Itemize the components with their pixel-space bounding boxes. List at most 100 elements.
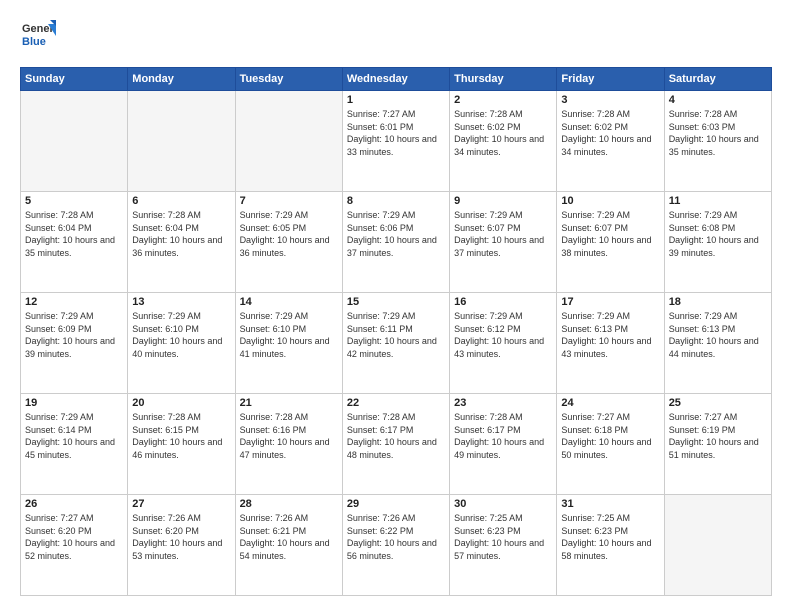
day-info: Sunrise: 7:28 AMSunset: 6:02 PMDaylight:…	[561, 108, 659, 158]
day-info: Sunrise: 7:29 AMSunset: 6:10 PMDaylight:…	[240, 310, 338, 360]
calendar-cell: 30 Sunrise: 7:25 AMSunset: 6:23 PMDayligh…	[450, 495, 557, 596]
calendar-cell: 11Sunrise: 7:29 AMSunset: 6:08 PMDayligh…	[664, 192, 771, 293]
day-number: 28	[240, 498, 338, 510]
day-info: Sunrise: 7:28 AMSunset: 6:17 PMDaylight:…	[347, 411, 445, 461]
day-info: Sunrise: 7:28 AMSunset: 6:03 PMDaylight:…	[669, 108, 767, 158]
day-info: Sunrise: 7:29 AMSunset: 6:12 PMDaylight:…	[454, 310, 552, 360]
day-number: 21	[240, 397, 338, 409]
calendar-cell: 15 Sunrise: 7:29 AMSunset: 6:11 PMDayligh…	[342, 293, 449, 394]
day-info: Sunrise: 7:28 AMSunset: 6:04 PMDaylight:…	[25, 209, 123, 259]
day-number: 31	[561, 498, 659, 510]
day-info: Sunrise: 7:29 AMSunset: 6:11 PMDaylight:…	[347, 310, 445, 360]
day-number: 29	[347, 498, 445, 510]
day-number: 18	[669, 296, 767, 308]
day-number: 10	[561, 195, 659, 207]
calendar-cell: 21 Sunrise: 7:28 AMSunset: 6:16 PMDayligh…	[235, 394, 342, 495]
day-number: 14	[240, 296, 338, 308]
page: General Blue SundayMondayTuesdayWednesda…	[0, 0, 792, 612]
calendar-cell: 25Sunrise: 7:27 AMSunset: 6:19 PMDayligh…	[664, 394, 771, 495]
weekday-header-tuesday: Tuesday	[235, 68, 342, 91]
day-info: Sunrise: 7:25 AMSunset: 6:23 PMDaylight:…	[561, 512, 659, 562]
calendar-cell: 2Sunrise: 7:28 AMSunset: 6:02 PMDaylight…	[450, 91, 557, 192]
calendar-cell: 20 Sunrise: 7:28 AMSunset: 6:15 PMDayligh…	[128, 394, 235, 495]
logo: General Blue	[20, 16, 56, 57]
calendar-cell: 27 Sunrise: 7:26 AMSunset: 6:20 PMDayligh…	[128, 495, 235, 596]
calendar-cell: 23 Sunrise: 7:28 AMSunset: 6:17 PMDayligh…	[450, 394, 557, 495]
calendar-cell: 3 Sunrise: 7:28 AMSunset: 6:02 PMDaylight…	[557, 91, 664, 192]
weekday-header-monday: Monday	[128, 68, 235, 91]
day-number: 16	[454, 296, 552, 308]
day-info: Sunrise: 7:28 AMSunset: 6:16 PMDaylight:…	[240, 411, 338, 461]
calendar-cell: 8 Sunrise: 7:29 AMSunset: 6:06 PMDaylight…	[342, 192, 449, 293]
calendar-cell: 5 Sunrise: 7:28 AMSunset: 6:04 PMDaylight…	[21, 192, 128, 293]
day-number: 24	[561, 397, 659, 409]
calendar-cell: 24 Sunrise: 7:27 AMSunset: 6:18 PMDayligh…	[557, 394, 664, 495]
calendar-cell: 6Sunrise: 7:28 AMSunset: 6:04 PMDaylight…	[128, 192, 235, 293]
day-info: Sunrise: 7:29 AMSunset: 6:10 PMDaylight:…	[132, 310, 230, 360]
calendar-cell: 18 Sunrise: 7:29 AMSunset: 6:13 PMDayligh…	[664, 293, 771, 394]
day-number: 11	[669, 195, 767, 207]
calendar-cell: 14 Sunrise: 7:29 AMSunset: 6:10 PMDayligh…	[235, 293, 342, 394]
day-info: Sunrise: 7:27 AMSunset: 6:19 PMDaylight:…	[669, 411, 767, 461]
day-number: 23	[454, 397, 552, 409]
week-row-3: 19 Sunrise: 7:29 AMSunset: 6:14 PMDayligh…	[21, 394, 772, 495]
day-info: Sunrise: 7:25 AMSunset: 6:23 PMDaylight:…	[454, 512, 552, 562]
calendar-cell: 29 Sunrise: 7:26 AMSunset: 6:22 PMDayligh…	[342, 495, 449, 596]
day-number: 19	[25, 397, 123, 409]
day-number: 9	[454, 195, 552, 207]
weekday-header-friday: Friday	[557, 68, 664, 91]
day-info: Sunrise: 7:29 AMSunset: 6:14 PMDaylight:…	[25, 411, 123, 461]
calendar-cell	[235, 91, 342, 192]
day-number: 2	[454, 94, 552, 106]
weekday-header-thursday: Thursday	[450, 68, 557, 91]
day-number: 27	[132, 498, 230, 510]
calendar-table: SundayMondayTuesdayWednesdayThursdayFrid…	[20, 67, 772, 596]
calendar-cell: 31 Sunrise: 7:25 AMSunset: 6:23 PMDayligh…	[557, 495, 664, 596]
day-info: Sunrise: 7:29 AMSunset: 6:06 PMDaylight:…	[347, 209, 445, 259]
header: General Blue	[20, 16, 772, 57]
logo-icon: General Blue	[20, 16, 56, 52]
calendar-cell: 9Sunrise: 7:29 AMSunset: 6:07 PMDaylight…	[450, 192, 557, 293]
day-number: 8	[347, 195, 445, 207]
day-info: Sunrise: 7:29 AMSunset: 6:07 PMDaylight:…	[561, 209, 659, 259]
day-number: 26	[25, 498, 123, 510]
week-row-4: 26 Sunrise: 7:27 AMSunset: 6:20 PMDayligh…	[21, 495, 772, 596]
day-number: 30	[454, 498, 552, 510]
day-number: 7	[240, 195, 338, 207]
day-number: 15	[347, 296, 445, 308]
day-info: Sunrise: 7:29 AMSunset: 6:05 PMDaylight:…	[240, 209, 338, 259]
calendar-cell: 19 Sunrise: 7:29 AMSunset: 6:14 PMDayligh…	[21, 394, 128, 495]
day-info: Sunrise: 7:26 AMSunset: 6:20 PMDaylight:…	[132, 512, 230, 562]
day-info: Sunrise: 7:29 AMSunset: 6:09 PMDaylight:…	[25, 310, 123, 360]
day-info: Sunrise: 7:29 AMSunset: 6:13 PMDaylight:…	[561, 310, 659, 360]
day-number: 3	[561, 94, 659, 106]
calendar-cell: 17 Sunrise: 7:29 AMSunset: 6:13 PMDayligh…	[557, 293, 664, 394]
day-number: 22	[347, 397, 445, 409]
calendar-cell: 1Sunrise: 7:27 AMSunset: 6:01 PMDaylight…	[342, 91, 449, 192]
weekday-header-wednesday: Wednesday	[342, 68, 449, 91]
day-info: Sunrise: 7:27 AMSunset: 6:18 PMDaylight:…	[561, 411, 659, 461]
day-number: 5	[25, 195, 123, 207]
calendar-cell: 4Sunrise: 7:28 AMSunset: 6:03 PMDaylight…	[664, 91, 771, 192]
calendar-cell	[21, 91, 128, 192]
day-number: 6	[132, 195, 230, 207]
day-number: 20	[132, 397, 230, 409]
day-number: 13	[132, 296, 230, 308]
calendar-cell: 28Sunrise: 7:26 AMSunset: 6:21 PMDayligh…	[235, 495, 342, 596]
day-number: 17	[561, 296, 659, 308]
day-number: 12	[25, 296, 123, 308]
weekday-header-saturday: Saturday	[664, 68, 771, 91]
day-info: Sunrise: 7:28 AMSunset: 6:17 PMDaylight:…	[454, 411, 552, 461]
calendar-cell: 16 Sunrise: 7:29 AMSunset: 6:12 PMDayligh…	[450, 293, 557, 394]
calendar-cell: 26 Sunrise: 7:27 AMSunset: 6:20 PMDayligh…	[21, 495, 128, 596]
week-row-0: 1Sunrise: 7:27 AMSunset: 6:01 PMDaylight…	[21, 91, 772, 192]
calendar-cell	[664, 495, 771, 596]
day-info: Sunrise: 7:26 AMSunset: 6:22 PMDaylight:…	[347, 512, 445, 562]
day-number: 1	[347, 94, 445, 106]
day-info: Sunrise: 7:27 AMSunset: 6:20 PMDaylight:…	[25, 512, 123, 562]
calendar-cell: 7 Sunrise: 7:29 AMSunset: 6:05 PMDaylight…	[235, 192, 342, 293]
day-info: Sunrise: 7:29 AMSunset: 6:13 PMDaylight:…	[669, 310, 767, 360]
day-info: Sunrise: 7:28 AMSunset: 6:15 PMDaylight:…	[132, 411, 230, 461]
weekday-header-sunday: Sunday	[21, 68, 128, 91]
calendar-cell: 22 Sunrise: 7:28 AMSunset: 6:17 PMDayligh…	[342, 394, 449, 495]
